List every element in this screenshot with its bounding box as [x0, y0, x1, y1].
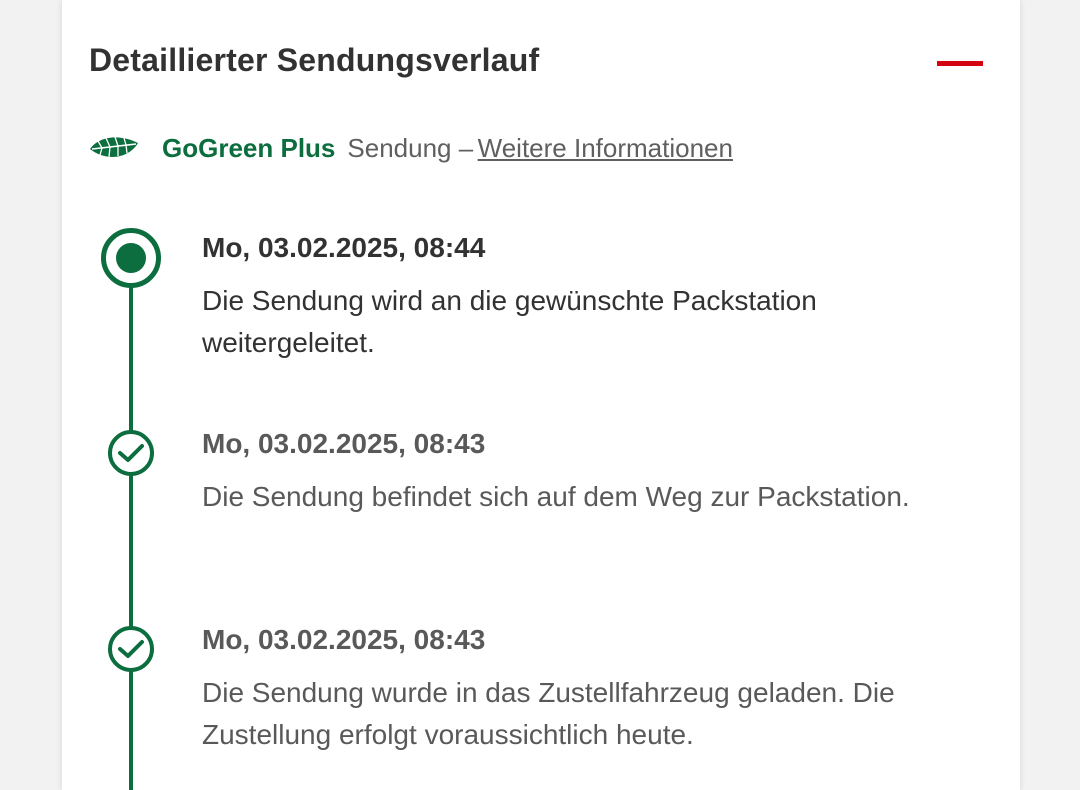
gogreen-text: Sendung –	[347, 132, 474, 163]
more-info-link[interactable]: Weitere Informationen	[478, 133, 733, 164]
event-date: Mo, 03.02.2025, 08:43	[202, 428, 486, 459]
gogreen-label: GoGreen Plus	[162, 132, 336, 163]
event-text: Die Sendung wurde in das Zustellfahrzeug…	[202, 677, 895, 750]
timeline-event: Mo, 03.02.2025, 08:43 Die Sendung befind…	[202, 426, 992, 518]
event-text: Die Sendung befindet sich auf dem Weg zu…	[202, 481, 910, 512]
event-date: Mo, 03.02.2025, 08:44	[202, 232, 486, 263]
check-circle-icon	[108, 626, 154, 672]
timeline-event: Mo, 03.02.2025, 08:43 Die Sendung wurde …	[202, 622, 992, 756]
timeline-event: Mo, 03.02.2025, 08:44 Die Sendung wird a…	[202, 230, 992, 364]
event-text: Die Sendung wird an die gewünschte Packs…	[202, 285, 817, 358]
timeline-line	[129, 285, 133, 790]
current-status-icon	[101, 228, 161, 288]
check-circle-icon	[108, 430, 154, 476]
shipment-history-card: Detaillierter Sendungsverlauf GoGreen Pl…	[62, 0, 1020, 790]
gogreen-info: GoGreen Plus Sendung – Weitere Informati…	[88, 128, 733, 168]
minus-icon	[937, 61, 983, 66]
section-title: Detaillierter Sendungsverlauf	[89, 42, 540, 78]
collapse-button[interactable]	[930, 50, 990, 80]
event-date: Mo, 03.02.2025, 08:43	[202, 624, 486, 655]
leaf-icon	[90, 136, 138, 158]
